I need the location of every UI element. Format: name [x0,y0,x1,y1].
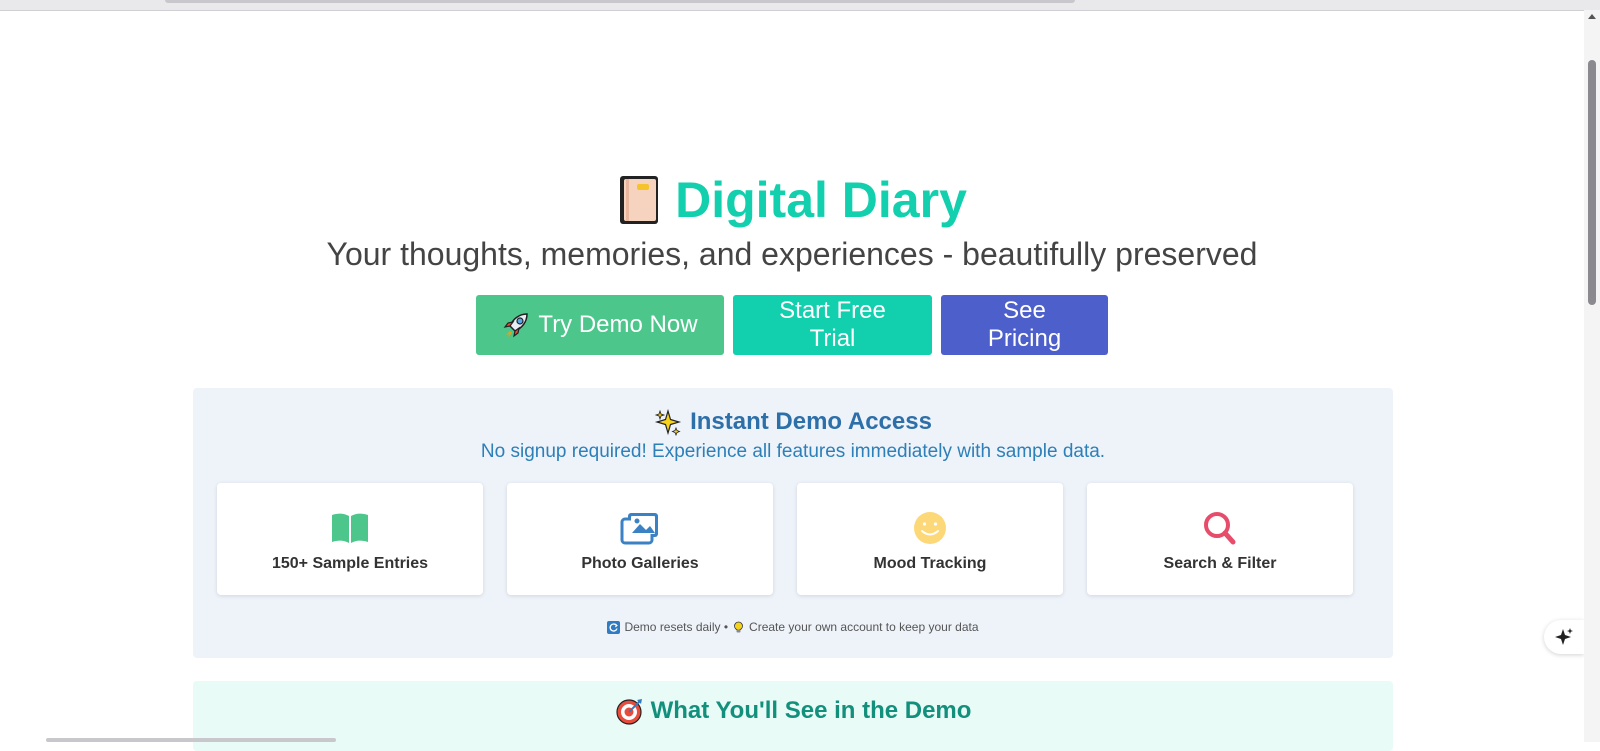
refresh-icon [607,620,621,634]
vertical-scrollbar[interactable] [1584,10,1600,742]
scroll-up-arrow-icon[interactable] [1588,14,1596,19]
demo-note-account: Create your own account to keep your dat… [749,620,979,634]
demo-preview-section: What You'll See in the Demo [193,681,1393,751]
feature-card-photo-galleries: Photo Galleries [507,483,773,595]
see-pricing-button[interactable]: See Pricing [941,295,1108,355]
horizontal-scrollbar-thumb[interactable] [46,738,336,742]
feature-card-sample-entries: 150+ Sample Entries [217,483,483,595]
book-icon [620,176,659,224]
demo-heading-text: Instant Demo Access [690,408,932,435]
page-title: Digital Diary [0,170,1584,230]
see-pricing-label: See Pricing [987,297,1062,352]
start-free-trial-label: Start Free Trial [779,297,886,352]
hero-section: Digital Diary Your thoughts, memories, a… [0,170,1584,274]
page-title-text: Digital Diary [675,172,967,228]
cta-row: Try Demo Now Start Free Trial See Pricin… [0,295,1584,355]
try-demo-button[interactable]: Try Demo Now [476,295,724,355]
rocket-icon [503,313,529,338]
try-demo-label: Try Demo Now [538,311,698,338]
browser-tab-strip [165,0,1075,3]
demo-subheading: No signup required! Experience all featu… [480,441,1106,462]
search-icon [1204,512,1236,545]
demo-note-reset: Demo resets daily • [624,620,729,634]
feature-cards: 150+ Sample Entries Photo Galleries Mood… [217,483,1353,595]
feature-card-label: Mood Tracking [873,555,987,572]
feature-card-search-filter: Search & Filter [1087,483,1353,595]
ai-assistant-button[interactable] [1544,620,1584,654]
feature-card-label: Search & Filter [1163,555,1277,572]
images-icon [620,513,658,545]
start-free-trial-button[interactable]: Start Free Trial [733,295,932,355]
instant-demo-panel: Instant Demo Access No signup required! … [193,388,1393,658]
feature-card-label: Photo Galleries [581,555,699,572]
lightbulb-icon [734,621,743,632]
sparkle-icon [1555,628,1573,645]
feature-card-label: 150+ Sample Entries [271,555,429,572]
page-subtitle: Your thoughts, memories, and experiences… [326,236,1258,272]
feature-card-mood-tracking: Mood Tracking [797,483,1063,595]
scrollbar-thumb[interactable] [1588,60,1596,305]
sparkles-icon [654,408,682,436]
book-open-icon [332,513,368,543]
demo-note: Demo resets daily • Create your own acco… [193,620,1393,634]
browser-top-bar [0,0,1600,11]
smile-icon [914,512,946,544]
demo-preview-heading-text: What You'll See in the Demo [650,697,972,724]
demo-preview-heading: What You'll See in the Demo [193,697,1393,725]
demo-heading: Instant Demo Access [193,408,1393,436]
target-icon [615,699,642,725]
